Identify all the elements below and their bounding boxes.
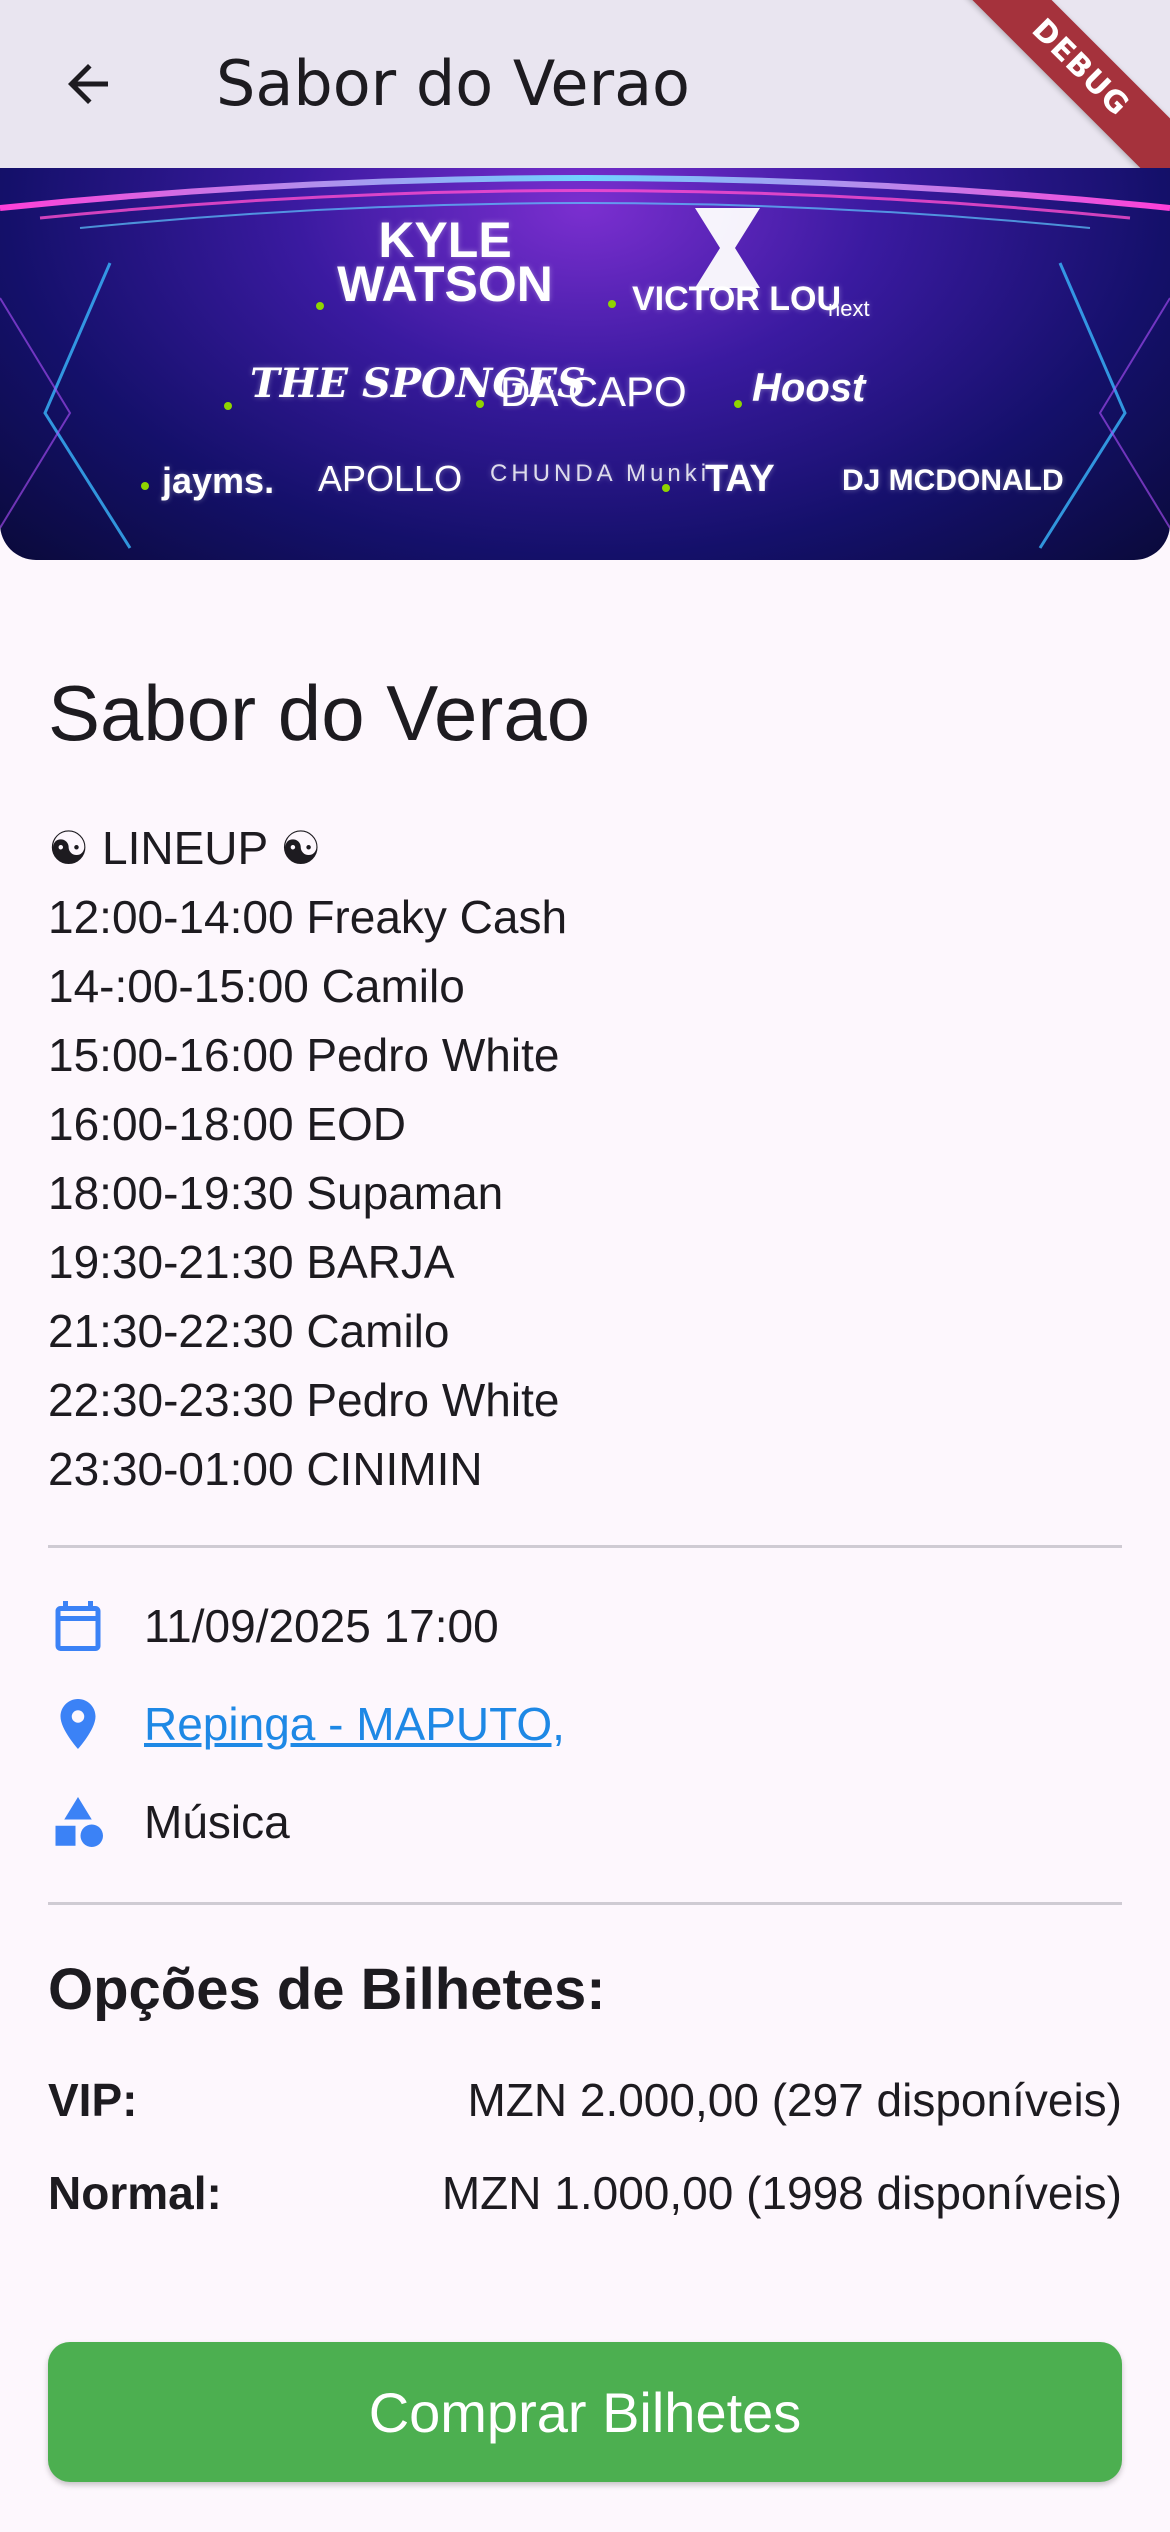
- lineup-line: 14-:00-15:00 Camilo: [48, 960, 465, 1012]
- banner-artist: TAY: [705, 458, 775, 500]
- event-detail-screen: Sabor do Verao DEBUG KYLE WATSON VICTOR …: [0, 0, 1170, 2532]
- debug-banner: DEBUG: [954, 0, 1170, 194]
- banner-artist: Hoost: [752, 366, 866, 410]
- lineup-line: 22:30-23:30 Pedro White: [48, 1374, 560, 1426]
- app-bar-title: Sabor do Verao: [216, 47, 690, 120]
- banner-artist: DJ MCDONALD: [842, 464, 1064, 497]
- event-banner-image: KYLE WATSON VICTOR LOU next THE SPONGES …: [0, 168, 1170, 560]
- banner-artist: DA CAPO: [500, 368, 687, 415]
- banner-artist: KYLE WATSON: [337, 212, 553, 312]
- event-date-row: 11/09/2025 17:00: [48, 1586, 499, 1666]
- event-description: ☯ LINEUP ☯ 12:00-14:00 Freaky Cash 14-:0…: [48, 814, 1122, 1504]
- lineup-line: ☯ LINEUP ☯: [48, 822, 322, 874]
- banner-artist: APOLLO: [318, 458, 463, 499]
- lineup-line: 12:00-14:00 Freaky Cash: [48, 891, 568, 943]
- app-bar: Sabor do Verao DEBUG: [0, 0, 1170, 194]
- divider: [48, 1545, 1122, 1548]
- ticket-option-normal: Normal: MZN 1.000,00 (1998 disponíveis): [48, 2153, 1122, 2233]
- banner-artist: VICTOR LOU: [632, 280, 842, 318]
- event-category-row: Música: [48, 1782, 290, 1862]
- lineup-line: 19:30-21:30 BARJA: [48, 1236, 455, 1288]
- arrow-left-icon: [68, 64, 108, 104]
- ticket-price: MZN 2.000,00 (297 disponíveis): [467, 2074, 1122, 2126]
- back-button[interactable]: [40, 36, 136, 132]
- lineup-line: 21:30-22:30 Camilo: [48, 1305, 450, 1357]
- lineup-line: 23:30-01:00 CINIMIN: [48, 1443, 483, 1495]
- ticket-name: VIP:: [48, 2074, 138, 2126]
- lineup-line: 18:00-19:30 Supaman: [48, 1167, 504, 1219]
- calendar-icon: [48, 1596, 108, 1656]
- lineup-line: 15:00-16:00 Pedro White: [48, 1029, 560, 1081]
- tickets-heading: Opções de Bilhetes:: [48, 1957, 606, 2022]
- banner-artist: next: [828, 296, 870, 321]
- event-location-link[interactable]: Repinga - MAPUTO,: [144, 1697, 565, 1751]
- banner-artist: jayms.: [162, 460, 275, 501]
- event-date: 11/09/2025 17:00: [144, 1600, 499, 1652]
- ticket-name: Normal:: [48, 2167, 222, 2219]
- event-category: Música: [144, 1796, 290, 1848]
- banner-artist: CHUNDA Munki: [490, 460, 711, 487]
- lineup-line: 16:00-18:00 EOD: [48, 1098, 407, 1150]
- event-title: Sabor do Verao: [48, 669, 591, 757]
- divider: [48, 1902, 1122, 1905]
- ticket-option-vip: VIP: MZN 2.000,00 (297 disponíveis): [48, 2060, 1122, 2140]
- buy-tickets-button[interactable]: Comprar Bilhetes: [48, 2342, 1122, 2482]
- category-shapes-icon: [48, 1792, 108, 1852]
- event-location-row[interactable]: Repinga - MAPUTO,: [48, 1684, 565, 1764]
- location-pin-icon: [48, 1694, 108, 1754]
- ticket-price: MZN 1.000,00 (1998 disponíveis): [441, 2167, 1122, 2219]
